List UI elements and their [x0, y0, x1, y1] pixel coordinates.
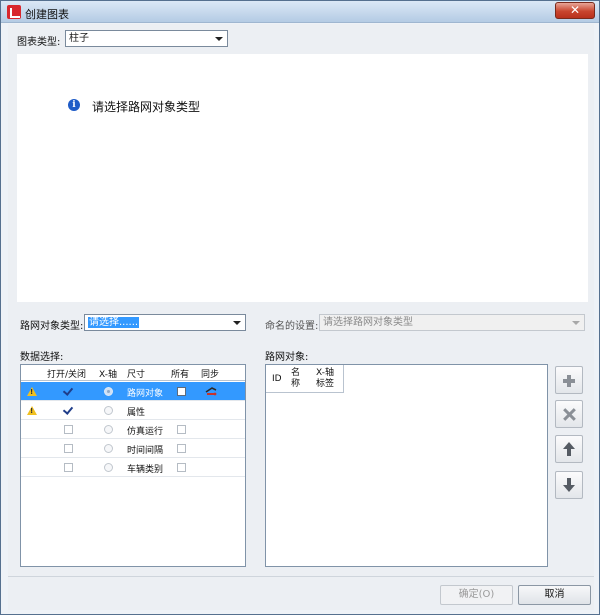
- info-icon: i: [68, 99, 80, 111]
- cancel-button[interactable]: 取消: [518, 585, 591, 605]
- footer-divider: [8, 576, 594, 577]
- close-button[interactable]: ✕: [555, 2, 595, 19]
- row-label: 路网对象: [127, 389, 164, 399]
- column-header-id[interactable]: ID: [272, 374, 282, 384]
- all-checkbox[interactable]: [177, 463, 186, 472]
- network-objects-label: 路网对象:: [265, 352, 309, 363]
- column-header-xaxis[interactable]: X-轴: [99, 367, 117, 380]
- checkmark-icon[interactable]: [62, 385, 74, 396]
- add-button[interactable]: [555, 366, 583, 394]
- toggle-checkbox[interactable]: [64, 463, 73, 472]
- chevron-down-icon: [572, 321, 580, 325]
- app-icon: [7, 5, 21, 19]
- row-label: 车辆类别: [127, 465, 164, 475]
- data-selection-grid: 打开/关闭 X-轴 尺寸 所有 同步 路网对象: [20, 364, 246, 567]
- window-title: 创建图表: [25, 8, 69, 21]
- remove-button[interactable]: [555, 400, 583, 428]
- table-row[interactable]: 仿真运行: [21, 420, 245, 439]
- chart-preview-area: i 请选择路网对象类型: [17, 54, 588, 302]
- table-row[interactable]: 属性: [21, 401, 245, 420]
- column-header-xaxis-line2[interactable]: 标签: [316, 379, 334, 389]
- xaxis-radio[interactable]: [104, 425, 113, 434]
- naming-value: 请选择路网对象类型: [323, 317, 413, 328]
- table-row[interactable]: 路网对象: [21, 382, 245, 401]
- move-down-button[interactable]: [555, 471, 583, 499]
- chart-type-select[interactable]: 柱子: [65, 30, 228, 47]
- sync-icon[interactable]: [205, 386, 217, 396]
- preview-hint: 请选择路网对象类型: [92, 100, 201, 114]
- naming-select[interactable]: 请选择路网对象类型: [319, 314, 585, 331]
- naming-label: 命名的设置:: [265, 321, 319, 332]
- all-checkbox[interactable]: [177, 444, 186, 453]
- column-header-toggle[interactable]: 打开/关闭: [47, 367, 86, 380]
- row-label: 仿真运行: [127, 427, 164, 437]
- warning-icon: [27, 406, 37, 415]
- dialog-content: 图表类型: 柱子 i 请选择路网对象类型 路网对象类型: 请选择...... 命…: [8, 24, 594, 610]
- xaxis-radio[interactable]: [104, 444, 113, 453]
- chart-type-label: 图表类型:: [17, 37, 61, 48]
- ok-button[interactable]: 确定(O): [440, 585, 513, 605]
- checkmark-icon[interactable]: [62, 404, 74, 415]
- network-objects-list[interactable]: ID 名 称 X-轴 标签: [265, 364, 548, 567]
- toggle-checkbox[interactable]: [64, 425, 73, 434]
- create-chart-dialog: 创建图表 ✕ 图表类型: 柱子 i 请选择路网对象类型 路网对象类型: 请选择.…: [0, 0, 600, 615]
- object-type-value: 请选择......: [88, 317, 140, 328]
- list-header: ID 名 称 X-轴 标签: [266, 365, 344, 393]
- table-row[interactable]: 车辆类别: [21, 458, 245, 477]
- all-checkbox[interactable]: [177, 387, 186, 396]
- data-selection-label: 数据选择:: [20, 352, 64, 363]
- chevron-down-icon: [215, 37, 223, 41]
- chevron-down-icon: [233, 321, 241, 325]
- column-header-all[interactable]: 所有: [171, 367, 189, 380]
- object-type-select[interactable]: 请选择......: [84, 314, 246, 331]
- column-header-sync[interactable]: 同步: [201, 367, 219, 380]
- object-type-label: 路网对象类型:: [20, 321, 84, 332]
- row-label: 时间间隔: [127, 446, 164, 456]
- grid-header: 打开/关闭 X-轴 尺寸 所有 同步: [21, 365, 245, 381]
- warning-icon: [27, 387, 37, 396]
- xaxis-radio[interactable]: [104, 406, 113, 415]
- title-bar: 创建图表 ✕: [1, 1, 599, 23]
- xaxis-radio[interactable]: [104, 463, 113, 472]
- toggle-checkbox[interactable]: [64, 444, 73, 453]
- row-label: 属性: [127, 408, 146, 418]
- table-row[interactable]: 时间间隔: [21, 439, 245, 458]
- column-header-name-line2[interactable]: 称: [291, 379, 300, 389]
- xaxis-radio[interactable]: [104, 387, 113, 396]
- move-up-button[interactable]: [555, 435, 583, 463]
- column-header-dimension[interactable]: 尺寸: [127, 367, 145, 380]
- chart-type-value: 柱子: [69, 33, 89, 44]
- all-checkbox[interactable]: [177, 425, 186, 434]
- column-header-xaxis-line1[interactable]: X-轴: [316, 368, 334, 378]
- column-header-name-line1[interactable]: 名: [291, 368, 300, 378]
